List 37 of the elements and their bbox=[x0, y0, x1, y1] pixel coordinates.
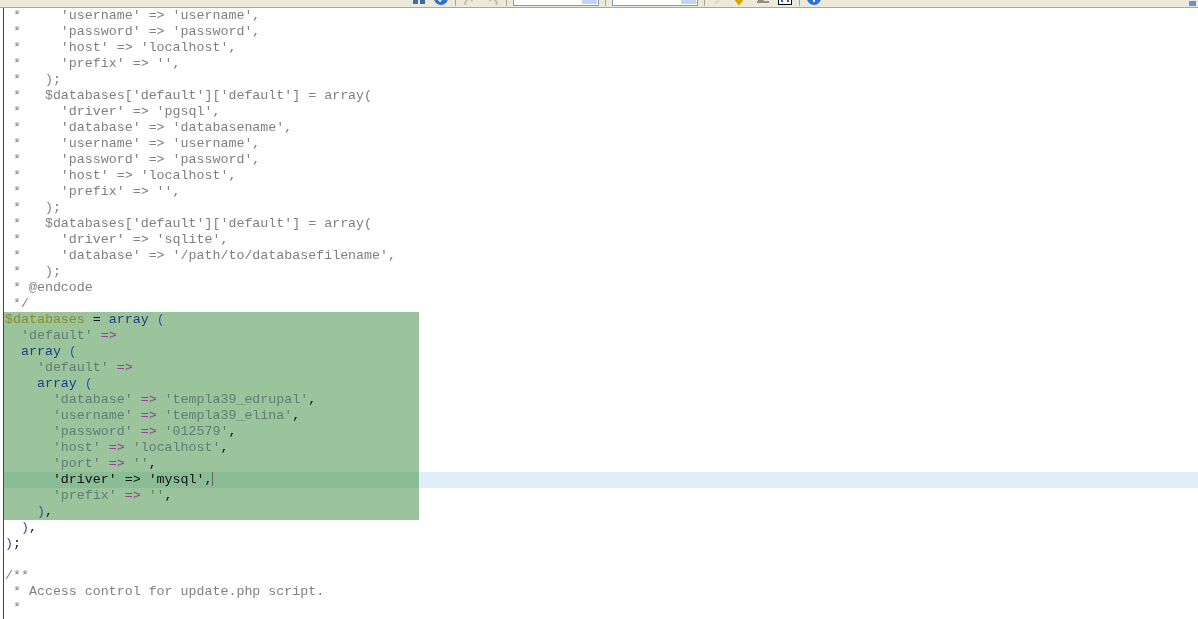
code-line: $databases = array ( bbox=[4, 312, 165, 327]
code-line: * $databases['default']['default'] = array( bbox=[11, 88, 373, 103]
code-line: * 'database' => '/path/to/databasefilename', bbox=[11, 248, 396, 263]
code-line: * 'host' => 'localhost', bbox=[11, 40, 237, 55]
code-line: * ); bbox=[11, 200, 61, 215]
code-line: 'prefix' => '', bbox=[51, 488, 173, 503]
code-line: ), bbox=[35, 504, 53, 519]
code-line: * $databases['default']['default'] = array( bbox=[11, 216, 373, 231]
code-line: * 'database' => 'databasename', bbox=[11, 120, 293, 135]
code-line: 'port' => '', bbox=[51, 456, 157, 471]
code-line: 'password' => '012579', bbox=[51, 424, 237, 439]
code-line: * 'password' => 'password', bbox=[11, 152, 261, 167]
code-line: ); bbox=[4, 536, 21, 551]
code-line: array ( bbox=[35, 376, 93, 391]
code-line: * 'username' => 'username', bbox=[11, 136, 261, 151]
code-line: 'username' => 'templa39_elina', bbox=[51, 408, 301, 423]
code-line: * 'username' => 'username', bbox=[11, 8, 261, 23]
code-line: * ); bbox=[11, 72, 61, 87]
code-line: 'host' => 'localhost', bbox=[51, 440, 229, 455]
code-line: 'database' => 'templa39_edrupal', bbox=[51, 392, 317, 407]
code-line: */ bbox=[11, 296, 29, 311]
code-line: * bbox=[11, 600, 21, 615]
code-line: array ( bbox=[19, 344, 77, 359]
code-line: /** bbox=[4, 568, 29, 583]
code-line: 'default' => bbox=[19, 328, 117, 343]
code-line: 'default' => bbox=[35, 360, 133, 375]
code-line: * 'prefix' => '', bbox=[11, 56, 181, 71]
code-line: * 'prefix' => '', bbox=[11, 184, 181, 199]
code-line: * 'password' => 'password', bbox=[11, 24, 261, 39]
code-line: * 'driver' => 'pgsql', bbox=[11, 104, 221, 119]
code-line: * @endcode bbox=[11, 280, 93, 295]
code-line: * Access control for update.php script. bbox=[11, 584, 325, 599]
code-line: ), bbox=[19, 520, 37, 535]
code-line: 'driver' => 'mysql', bbox=[51, 472, 213, 487]
code-line: * 'host' => 'localhost', bbox=[11, 168, 237, 183]
code-line: * 'driver' => 'sqlite', bbox=[11, 232, 229, 247]
code-line: * ); bbox=[11, 264, 61, 279]
